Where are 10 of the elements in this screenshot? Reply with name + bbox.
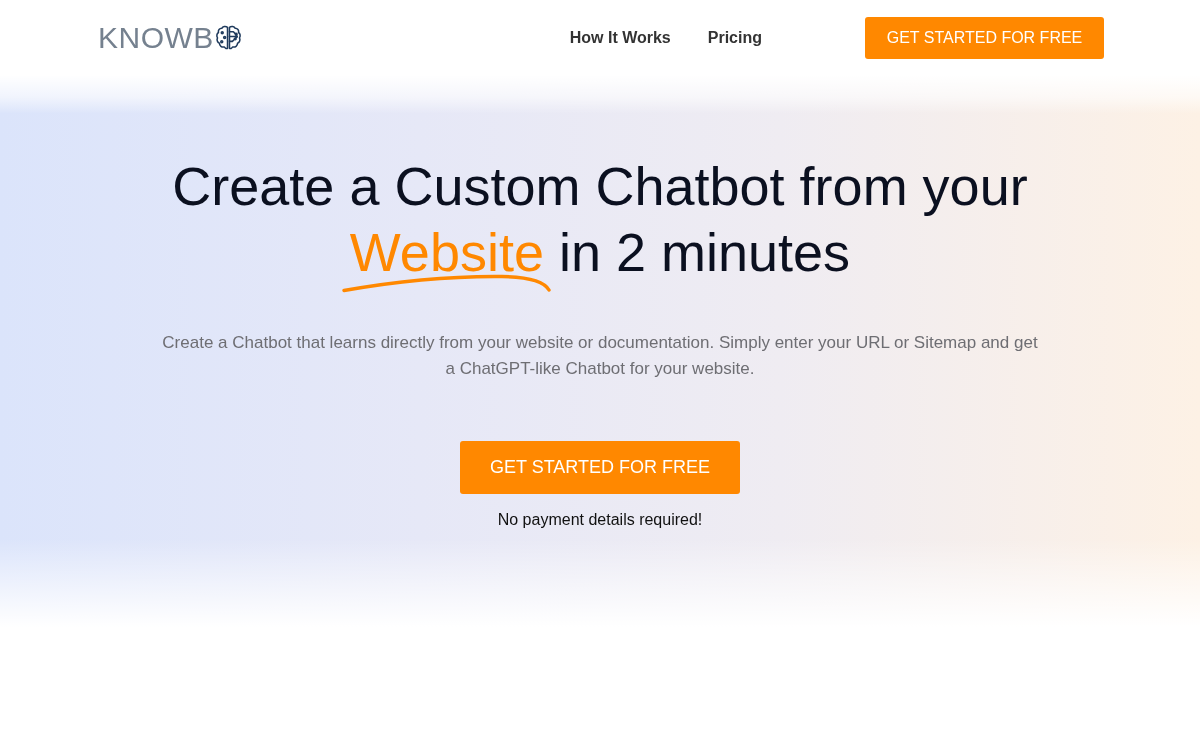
nav-link[interactable]: Pricing — [707, 25, 762, 50]
headline: Create a Custom Chatbot from your Website in 2 minutes — [172, 155, 1028, 272]
brain-icon — [214, 24, 242, 51]
hero-subtitle: Create a Chatbot that learns directly from your website or documentation. Simply enter your URL or Sitemap and get a ChatGPT-like Chatbot for your website. — [161, 332, 1039, 380]
get-started-button[interactable]: GET STARTED FOR FREE — [460, 441, 740, 494]
underline-swoosh-icon — [342, 274, 552, 293]
nav-link[interactable]: How It Works — [569, 25, 671, 50]
logo-wordmark[interactable]: KNOWB — [98, 22, 214, 53]
get-started-button[interactable]: GET STARTED FOR FREE — [865, 16, 1104, 59]
no-payment-note: No payment details required! — [497, 510, 703, 530]
